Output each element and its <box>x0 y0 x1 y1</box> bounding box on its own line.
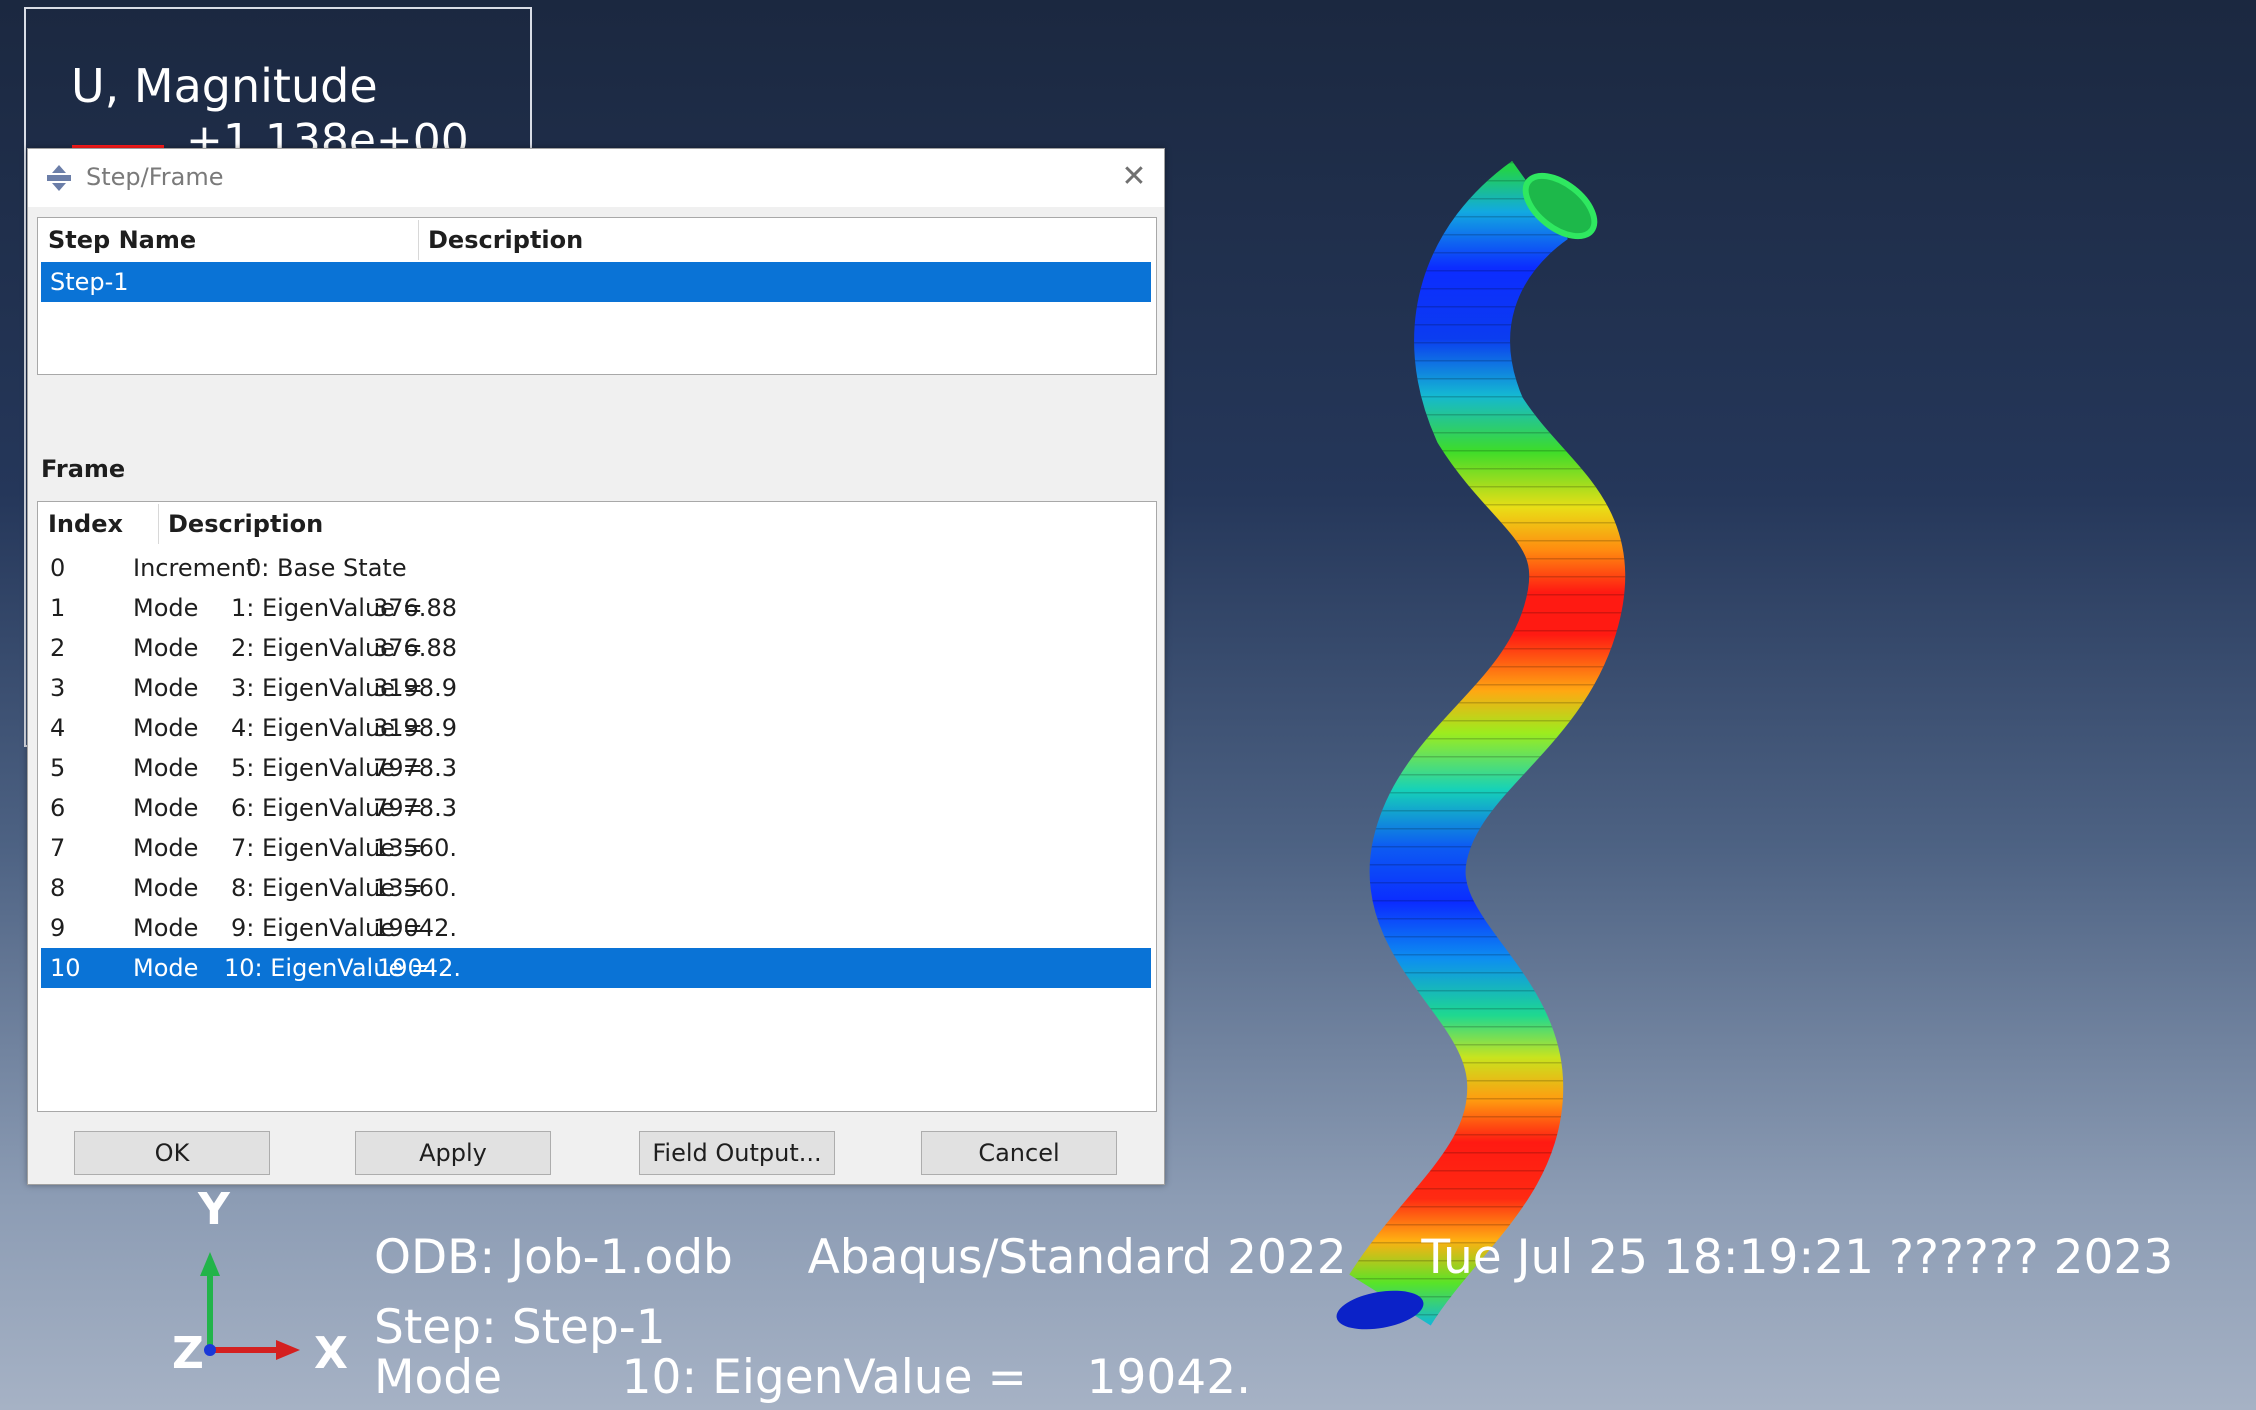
frame-type-cell: Mode <box>133 794 199 822</box>
step-name-cell: Step-1 <box>50 268 129 296</box>
step-list[interactable]: Step Name Description Step-1 <box>37 217 1157 375</box>
odb-info-line: ODB: Job-1.odb Abaqus/Standard 2022 Tue … <box>374 1230 2174 1285</box>
frame-row[interactable]: 6 Mode 6: EigenValue = 7978.3 <box>41 788 1151 828</box>
mode-info-line: Mode 10: EigenValue = 19042. <box>374 1350 1252 1405</box>
frame-section-label: Frame <box>41 455 126 483</box>
frame-type-cell: Mode <box>133 594 199 622</box>
frame-row[interactable]: 9 Mode 9: EigenValue = 19042. <box>41 908 1151 948</box>
frame-index-cell: 1 <box>50 594 66 622</box>
frame-index-cell: 7 <box>50 834 66 862</box>
frame-row[interactable]: 2 Mode 2: EigenValue = 376.88 <box>41 628 1151 668</box>
frame-value-cell: 7978.3 <box>373 754 457 782</box>
frame-value-cell: 13560. <box>373 834 457 862</box>
frame-row[interactable]: 1 Mode 1: EigenValue = 376.88 <box>41 588 1151 628</box>
frame-value-cell: 3198.9 <box>373 714 457 742</box>
dialog-titlebar[interactable]: Step/Frame ✕ <box>28 149 1164 207</box>
frame-type-cell: Mode <box>133 674 199 702</box>
step-frame-dialog: Step/Frame ✕ Step Name Description Step-… <box>27 148 1165 1185</box>
frame-type-cell: Increment <box>133 554 256 582</box>
frame-index-cell: 9 <box>50 914 66 942</box>
frame-index-cell: 4 <box>50 714 66 742</box>
column-header-frame-description[interactable]: Description <box>158 502 1148 546</box>
frame-row[interactable]: 8 Mode 8: EigenValue = 13560. <box>41 868 1151 908</box>
step-frame-icon <box>47 165 71 191</box>
frame-index-cell: 0 <box>50 554 66 582</box>
frame-type-cell: Mode <box>133 834 199 862</box>
frame-index-cell: 5 <box>50 754 66 782</box>
frame-type-cell: Mode <box>133 954 199 982</box>
frame-index-cell: 6 <box>50 794 66 822</box>
frame-value-cell: 19042. <box>373 914 457 942</box>
frame-row[interactable]: 5 Mode 5: EigenValue = 7978.3 <box>41 748 1151 788</box>
step-row[interactable]: Step-1 <box>41 262 1151 302</box>
triad-z-label: Z <box>172 1328 204 1379</box>
frame-value-cell: 3198.9 <box>373 674 457 702</box>
frame-row[interactable]: 4 Mode 4: EigenValue = 3198.9 <box>41 708 1151 748</box>
frame-type-cell: Mode <box>133 714 199 742</box>
close-icon[interactable]: ✕ <box>1118 161 1150 193</box>
frame-row[interactable]: 7 Mode 7: EigenValue = 13560. <box>41 828 1151 868</box>
column-header-step-description[interactable]: Description <box>418 218 1148 262</box>
step-info-line: Step: Step-1 <box>374 1300 666 1355</box>
frame-type-cell: Mode <box>133 634 199 662</box>
frame-type-cell: Mode <box>133 754 199 782</box>
frame-row[interactable]: 10 Mode 10: EigenValue = 19042. <box>41 948 1151 988</box>
frame-desc-cell: 0: Base State <box>246 554 407 582</box>
frame-type-cell: Mode <box>133 914 199 942</box>
frame-index-cell: 3 <box>50 674 66 702</box>
frame-list[interactable]: Index Description 0 Increment 0: Base Stat… <box>37 501 1157 1112</box>
frame-index-cell: 8 <box>50 874 66 902</box>
frame-value-cell: 376.88 <box>373 594 457 622</box>
ok-button[interactable]: OK <box>74 1131 270 1175</box>
frame-value-cell: 19042. <box>377 954 461 982</box>
frame-index-cell: 10 <box>50 954 81 982</box>
frame-type-cell: Mode <box>133 874 199 902</box>
frame-row[interactable]: 0 Increment 0: Base State <box>41 548 1151 588</box>
frame-value-cell: 376.88 <box>373 634 457 662</box>
frame-index-cell: 2 <box>50 634 66 662</box>
triad-x-label: X <box>314 1328 348 1379</box>
frame-value-cell: 7978.3 <box>373 794 457 822</box>
apply-button[interactable]: Apply <box>355 1131 551 1175</box>
frame-value-cell: 13560. <box>373 874 457 902</box>
cancel-button[interactable]: Cancel <box>921 1131 1117 1175</box>
dialog-title: Step/Frame <box>86 163 224 191</box>
column-header-index[interactable]: Index <box>38 502 158 546</box>
frame-row[interactable]: 3 Mode 3: EigenValue = 3198.9 <box>41 668 1151 708</box>
triad-y-label: Y <box>198 1184 230 1235</box>
column-header-step-name[interactable]: Step Name <box>38 218 418 262</box>
field-output-button[interactable]: Field Output... <box>639 1131 835 1175</box>
